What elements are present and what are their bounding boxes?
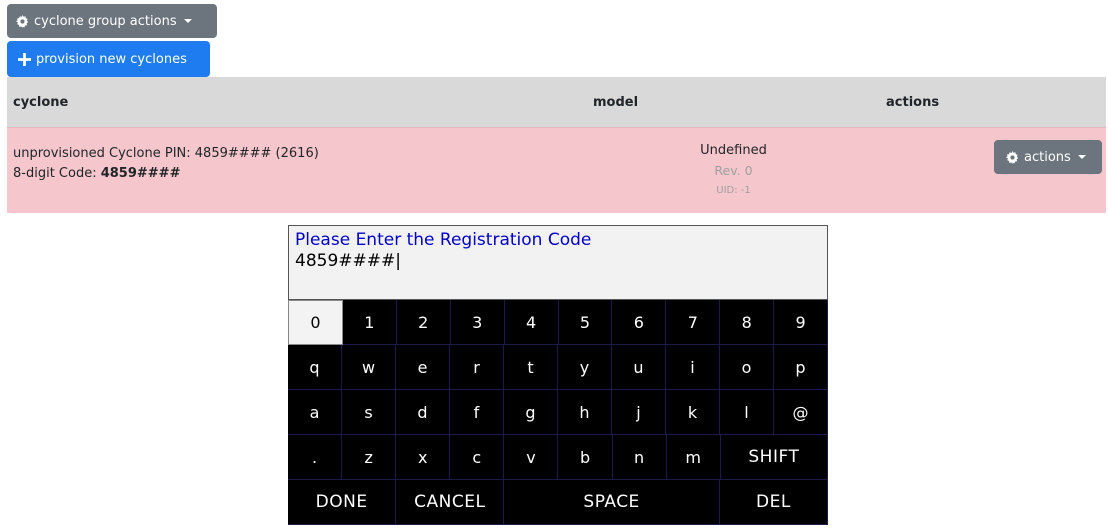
cyclone-cell: unprovisioned Cyclone PIN: 4859#### (261… — [7, 128, 587, 213]
key-r[interactable]: r — [450, 345, 504, 390]
key-space[interactable]: SPACE — [504, 480, 720, 525]
key-b[interactable]: b — [558, 435, 613, 480]
key-c[interactable]: c — [450, 435, 505, 480]
key-e[interactable]: e — [396, 345, 450, 390]
keyboard-display: Please Enter the Registration Code 4859#… — [288, 225, 828, 300]
key-period[interactable]: . — [288, 435, 343, 480]
keyboard-keys: 0 1 2 3 4 5 6 7 8 9 q w e r t y u i o p a s d f g h j k l @. z x c v b n m SH… — [288, 300, 829, 525]
code-label: 8-digit Code: — [13, 166, 101, 181]
caret-down-icon — [1077, 155, 1086, 159]
key-2[interactable]: 2 — [396, 300, 451, 345]
onscreen-keyboard: Please Enter the Registration Code 4859#… — [288, 225, 829, 525]
key-y[interactable]: y — [558, 345, 612, 390]
key-0[interactable]: 0 — [288, 300, 343, 345]
gear-icon — [1006, 150, 1019, 164]
key-m[interactable]: m — [666, 435, 721, 480]
key-k[interactable]: k — [666, 390, 720, 435]
keyboard-row: qwertyuiop — [288, 345, 828, 390]
provision-new-cyclones-button[interactable]: provision new cyclones — [7, 41, 210, 77]
key-u[interactable]: u — [612, 345, 666, 390]
key-a[interactable]: a — [288, 390, 342, 435]
keyboard-row: DONE CANCEL SPACE DEL — [288, 480, 829, 525]
provision-new-cyclones-label: provision new cyclones — [36, 51, 187, 67]
key-1[interactable]: 1 — [342, 300, 397, 345]
table-header: cyclone model actions — [7, 77, 1106, 127]
column-header-actions: actions — [886, 94, 940, 110]
key-6[interactable]: 6 — [612, 300, 667, 345]
key-z[interactable]: z — [342, 435, 397, 480]
model-cell: Undefined Rev. 0 UID: -1 — [587, 128, 880, 213]
model-uid: UID: -1 — [716, 185, 751, 196]
key-q[interactable]: q — [288, 345, 342, 390]
plus-icon — [18, 52, 31, 66]
keyboard-row: a s d f g h j k l @ — [288, 390, 828, 435]
key-at[interactable]: @ — [774, 390, 828, 435]
key-7[interactable]: 7 — [666, 300, 721, 345]
cyclone-group-actions-button[interactable]: cyclone group actions — [7, 4, 217, 38]
column-header-model: model — [593, 94, 639, 110]
row-actions-button[interactable]: actions — [994, 140, 1102, 174]
caret-down-icon — [183, 19, 192, 23]
key-p[interactable]: p — [774, 345, 828, 390]
key-4[interactable]: 4 — [504, 300, 559, 345]
cyclone-pin-text: unprovisioned Cyclone PIN: 4859#### (261… — [13, 146, 319, 161]
key-g[interactable]: g — [504, 390, 558, 435]
key-l[interactable]: l — [720, 390, 774, 435]
actions-cell: actions — [880, 128, 1106, 213]
column-header-cyclone: cyclone — [13, 94, 69, 110]
registration-code-input[interactable]: 4859####| — [295, 250, 821, 272]
key-3[interactable]: 3 — [450, 300, 505, 345]
keyboard-row: 0123456789 — [288, 300, 829, 345]
model-rev: Rev. 0 — [714, 163, 753, 178]
keyboard-row: . z x c v b n m SHIFT — [288, 435, 828, 480]
row-actions-label: actions — [1024, 149, 1071, 165]
key-t[interactable]: t — [504, 345, 558, 390]
cyclone-table: cyclone model actions unprovisioned Cycl… — [7, 77, 1106, 213]
key-h[interactable]: h — [558, 390, 612, 435]
cyclone-group-actions-label: cyclone group actions — [34, 13, 177, 29]
key-8[interactable]: 8 — [720, 300, 775, 345]
registration-prompt: Please Enter the Registration Code — [295, 230, 592, 250]
key-d[interactable]: d — [396, 390, 450, 435]
key-done[interactable]: DONE — [288, 480, 397, 525]
key-w[interactable]: w — [342, 345, 396, 390]
gear-icon — [16, 14, 29, 28]
key-o[interactable]: o — [720, 345, 774, 390]
cyclone-code-line: 8-digit Code: 4859#### — [13, 164, 587, 184]
table-row: unprovisioned Cyclone PIN: 4859#### (261… — [7, 127, 1106, 213]
key-f[interactable]: f — [450, 390, 504, 435]
key-v[interactable]: v — [504, 435, 559, 480]
key-shift[interactable]: SHIFT — [720, 435, 828, 480]
key-9[interactable]: 9 — [774, 300, 829, 345]
key-del[interactable]: DEL — [719, 480, 829, 525]
key-5[interactable]: 5 — [558, 300, 613, 345]
key-cancel[interactable]: CANCEL — [396, 480, 505, 525]
code-value: 4859#### — [100, 166, 181, 181]
model-name: Undefined — [700, 143, 767, 158]
key-s[interactable]: s — [342, 390, 396, 435]
key-i[interactable]: i — [666, 345, 720, 390]
key-x[interactable]: x — [396, 435, 451, 480]
key-n[interactable]: n — [612, 435, 667, 480]
key-j[interactable]: j — [612, 390, 666, 435]
